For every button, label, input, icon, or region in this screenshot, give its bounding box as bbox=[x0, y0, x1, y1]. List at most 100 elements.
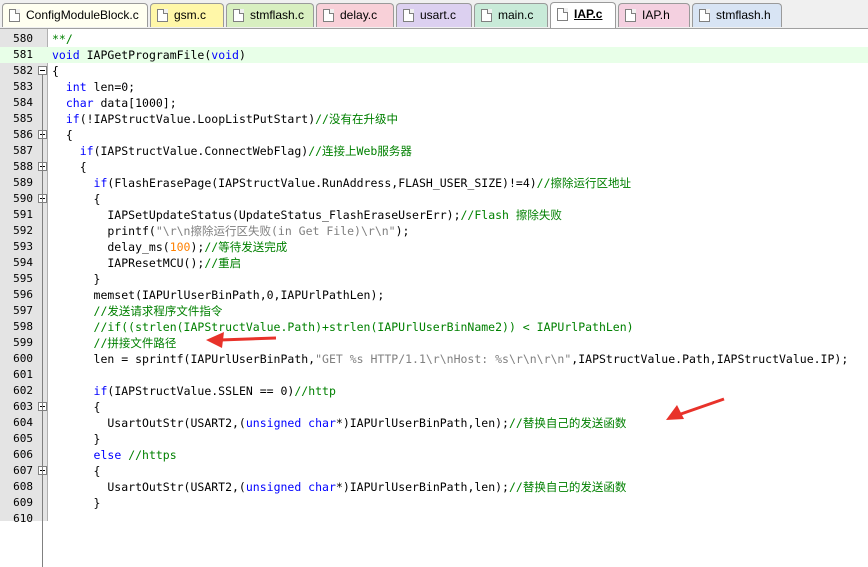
code-line[interactable]: 580 **/ bbox=[0, 31, 868, 47]
file-tab-main-c[interactable]: main.c bbox=[474, 3, 548, 27]
code-token: { bbox=[52, 64, 59, 78]
file-tab-stmflash-c[interactable]: stmflash.c bbox=[226, 3, 314, 27]
comment-token: //https bbox=[128, 448, 177, 462]
code-token: printf( bbox=[52, 224, 156, 238]
code-text: if(IAPStructValue.ConnectWebFlag)//连接上We… bbox=[52, 143, 412, 159]
code-text: void IAPGetProgramFile(void) bbox=[52, 47, 246, 63]
comment-token: //替换自己的发送函数 bbox=[508, 480, 627, 494]
file-tab-label: main.c bbox=[498, 8, 534, 22]
keyword-token: if bbox=[79, 144, 94, 158]
file-icon bbox=[9, 9, 20, 22]
file-tab-label: gsm.c bbox=[174, 8, 207, 22]
file-tab-iap-c[interactable]: IAP.c bbox=[550, 2, 616, 28]
code-text: } bbox=[52, 431, 101, 447]
file-tab-delay-c[interactable]: delay.c bbox=[316, 3, 394, 27]
code-line[interactable]: 605 } bbox=[0, 431, 868, 447]
line-number: 604 bbox=[13, 416, 33, 429]
code-text: IAPResetMCU();//重启 bbox=[52, 255, 241, 271]
code-text: len = sprintf(IAPUrlUserBinPath,"GET %s … bbox=[52, 351, 849, 367]
comment-token: //没有在升级中 bbox=[315, 112, 398, 126]
code-text: memset(IAPUrlUserBinPath,0,IAPUrlPathLen… bbox=[52, 287, 385, 303]
code-line[interactable]: 589 if(FlashErasePage(IAPStructValue.Run… bbox=[0, 175, 868, 191]
code-token: ); bbox=[190, 240, 205, 254]
code-token: IAPSetUpdateStatus(UpdateStatus_FlashEra… bbox=[52, 208, 461, 222]
code-token: { bbox=[52, 464, 101, 478]
file-tab-label: stmflash.h bbox=[716, 8, 771, 22]
keyword-token: int bbox=[65, 80, 87, 94]
code-line[interactable]: 590 { bbox=[0, 191, 868, 207]
code-line[interactable]: 602 if(IAPStructValue.SSLEN == 0)//http bbox=[0, 383, 868, 399]
code-line[interactable]: 581 void IAPGetProgramFile(void) bbox=[0, 47, 868, 63]
code-token: ); bbox=[395, 224, 410, 238]
code-line[interactable]: 601 bbox=[0, 367, 868, 383]
line-number: 598 bbox=[13, 320, 33, 333]
code-line[interactable]: 598 //if((strlen(IAPStructValue.Path)+st… bbox=[0, 319, 868, 335]
code-line[interactable]: 582 { bbox=[0, 63, 868, 79]
line-number: 588 bbox=[13, 160, 33, 173]
code-line[interactable]: 592 printf("\r\n擦除运行区失败(in Get File)\r\n… bbox=[0, 223, 868, 239]
code-text: if(!IAPStructValue.LoopListPutStart)//没有… bbox=[52, 111, 398, 127]
line-number: 602 bbox=[13, 384, 33, 397]
code-text: } bbox=[52, 495, 101, 511]
code-line[interactable]: 583 int len=0; bbox=[0, 79, 868, 95]
line-number: 584 bbox=[13, 96, 33, 109]
keyword-token: char bbox=[65, 96, 94, 110]
code-token: { bbox=[52, 400, 101, 414]
comment-token: //擦除运行区地址 bbox=[536, 176, 632, 190]
code-token: UsartOutStr(USART2,( bbox=[52, 480, 246, 494]
code-line[interactable]: 585 if(!IAPStructValue.LoopListPutStart)… bbox=[0, 111, 868, 127]
keyword-token: unsigned char bbox=[245, 480, 336, 494]
code-token: IAPGetProgramFile( bbox=[79, 48, 212, 62]
code-line[interactable]: 595 } bbox=[0, 271, 868, 287]
file-icon bbox=[403, 9, 414, 22]
file-tab-stmflash-h[interactable]: stmflash.h bbox=[692, 3, 782, 27]
code-line[interactable]: 591 IAPSetUpdateStatus(UpdateStatus_Flas… bbox=[0, 207, 868, 223]
code-line[interactable]: 599 //拼接文件路径 bbox=[0, 335, 868, 351]
file-tab-configmoduleblock-c[interactable]: ConfigModuleBlock.c bbox=[2, 3, 148, 27]
code-token: IAPResetMCU(); bbox=[52, 256, 205, 270]
string-token: "GET %s HTTP/1.1\r\nHost: %s\r\n\r\n" bbox=[315, 352, 572, 366]
line-number: 603 bbox=[13, 400, 33, 413]
code-line[interactable]: 597 //发送请求程序文件指令 bbox=[0, 303, 868, 319]
code-text: //if((strlen(IAPStructValue.Path)+strlen… bbox=[52, 319, 634, 335]
file-icon bbox=[699, 9, 710, 22]
code-line[interactable]: 596 memset(IAPUrlUserBinPath,0,IAPUrlPat… bbox=[0, 287, 868, 303]
code-text: { bbox=[52, 463, 101, 479]
line-number: 590 bbox=[13, 192, 33, 205]
code-text: int len=0; bbox=[52, 79, 135, 95]
code-line[interactable]: 610 bbox=[0, 511, 868, 527]
code-line[interactable]: 594 IAPResetMCU();//重启 bbox=[0, 255, 868, 271]
number-token: 100 bbox=[169, 240, 191, 254]
code-text: IAPSetUpdateStatus(UpdateStatus_FlashEra… bbox=[52, 207, 562, 223]
code-line[interactable]: 606 else //https bbox=[0, 447, 868, 463]
code-line[interactable]: 587 if(IAPStructValue.ConnectWebFlag)//连… bbox=[0, 143, 868, 159]
file-icon bbox=[157, 9, 168, 22]
line-number: 608 bbox=[13, 480, 33, 493]
code-line[interactable]: 609 } bbox=[0, 495, 868, 511]
code-line[interactable]: 607 { bbox=[0, 463, 868, 479]
code-line[interactable]: 588 { bbox=[0, 159, 868, 175]
file-tab-iap-h[interactable]: IAP.h bbox=[618, 3, 690, 27]
code-token: } bbox=[52, 432, 101, 446]
code-line[interactable]: 593 delay_ms(100);//等待发送完成 bbox=[0, 239, 868, 255]
file-tab-label: ConfigModuleBlock.c bbox=[26, 8, 139, 22]
code-line[interactable]: 584 char data[1000]; bbox=[0, 95, 868, 111]
code-text: printf("\r\n擦除运行区失败(in Get File)\r\n"); bbox=[52, 223, 409, 239]
keyword-token: if bbox=[65, 112, 80, 126]
code-line[interactable]: 608 UsartOutStr(USART2,(unsigned char*)I… bbox=[0, 479, 868, 495]
file-tab-usart-c[interactable]: usart.c bbox=[396, 3, 472, 27]
fold-toggle-icon[interactable] bbox=[38, 66, 47, 75]
code-text: UsartOutStr(USART2,(unsigned char*)IAPUr… bbox=[52, 415, 626, 431]
file-tab-label: delay.c bbox=[340, 8, 378, 22]
line-number: 586 bbox=[13, 128, 33, 141]
code-line[interactable]: 600 len = sprintf(IAPUrlUserBinPath,"GET… bbox=[0, 351, 868, 367]
file-tab-gsm-c[interactable]: gsm.c bbox=[150, 3, 224, 27]
code-token: len=0; bbox=[86, 80, 136, 94]
code-line[interactable]: 603 { bbox=[0, 399, 868, 415]
code-line[interactable]: 586 { bbox=[0, 127, 868, 143]
code-line[interactable]: 604 UsartOutStr(USART2,(unsigned char*)I… bbox=[0, 415, 868, 431]
